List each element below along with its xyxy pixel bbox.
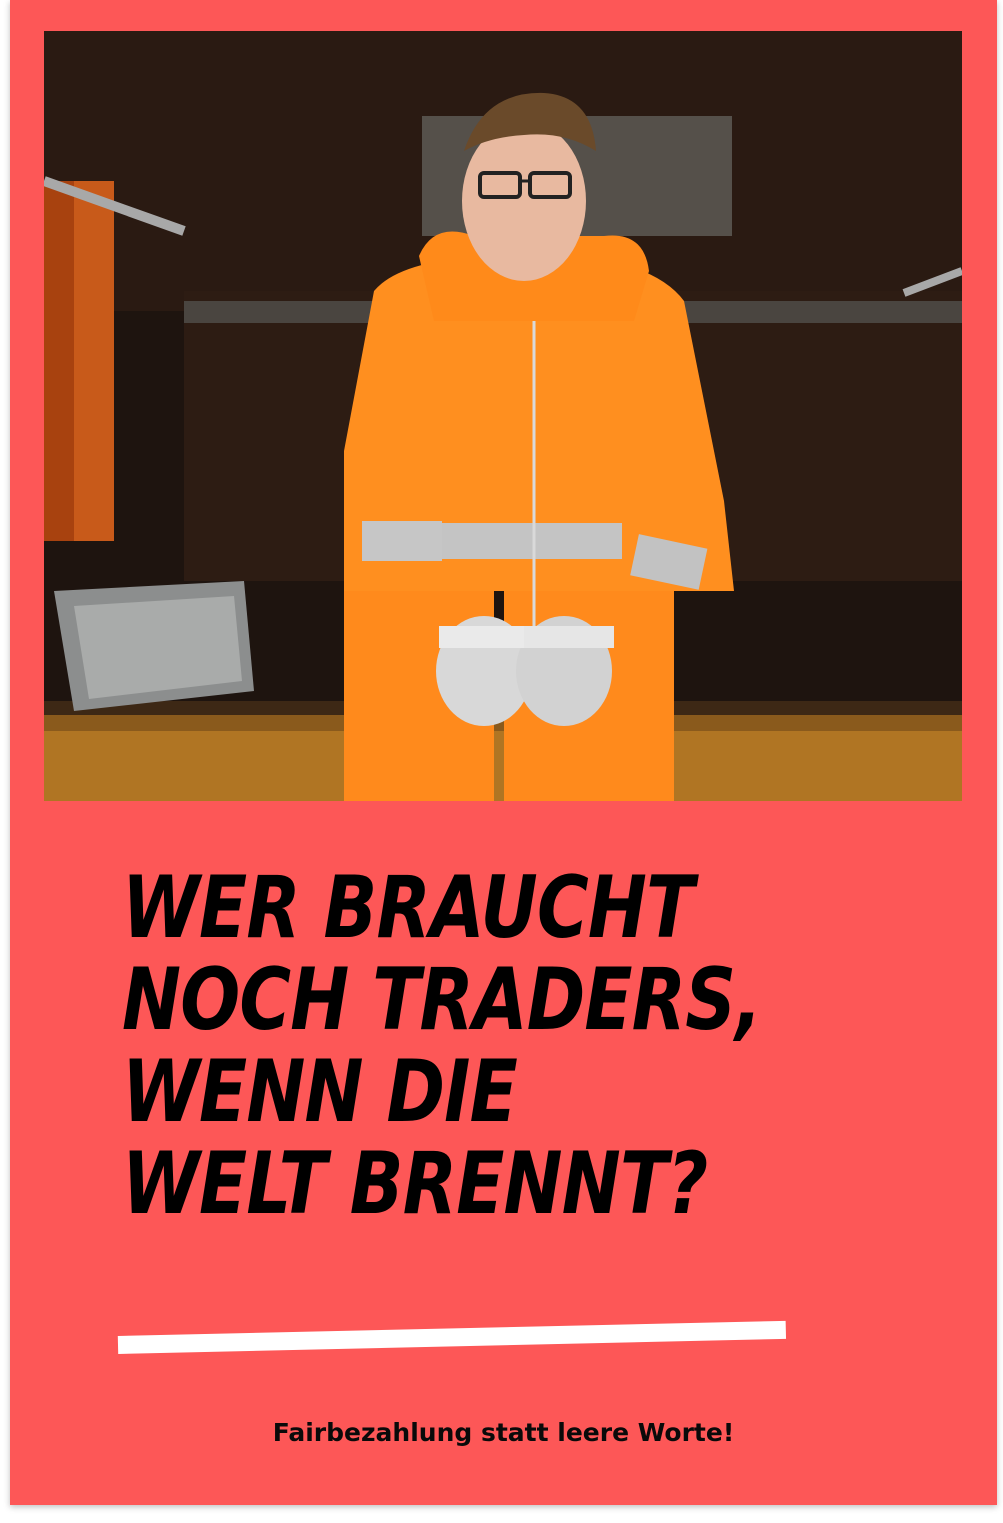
tagline: Fairbezahlung statt leere Worte! — [272, 1418, 735, 1447]
headline-underline-accent — [117, 1320, 787, 1354]
worker-photo-illustration — [44, 31, 962, 801]
headline-line: WER BRAUCHT — [122, 858, 694, 958]
poster: WER BRAUCHT NOCH TRADERS, WENN DIE WELT … — [10, 0, 997, 1505]
headline-line: NOCH TRADERS, — [122, 950, 762, 1050]
headline-line: WENN DIE — [122, 1042, 518, 1142]
worker-photo — [44, 31, 962, 801]
headline-line: WELT BRENNT? — [122, 1134, 708, 1234]
headline: WER BRAUCHT NOCH TRADERS, WENN DIE WELT … — [122, 858, 762, 1234]
